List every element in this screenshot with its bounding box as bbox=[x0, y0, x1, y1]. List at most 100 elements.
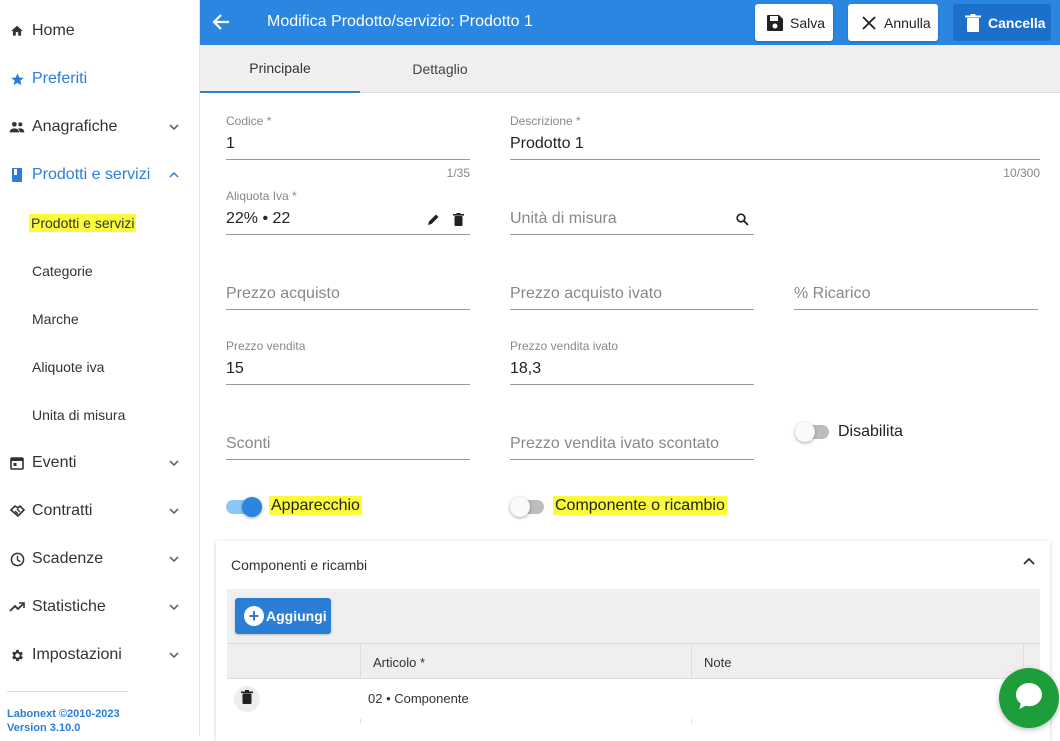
grid-toolbar bbox=[227, 589, 1040, 643]
chevron-down-icon bbox=[167, 456, 181, 470]
apparecchio-label: Apparecchio bbox=[269, 496, 362, 515]
column-header-label: Note bbox=[704, 654, 732, 670]
column-header-articolo[interactable]: Articolo * bbox=[373, 644, 425, 680]
trash-icon[interactable] bbox=[451, 212, 465, 226]
sidebar-subitem-marche[interactable]: Marche bbox=[0, 295, 199, 343]
sidebar-subitem-unita-di-misura[interactable]: Unita di misura bbox=[0, 391, 199, 439]
copyright: Labonext ©2010-2023 Version 3.10.0 bbox=[7, 707, 120, 735]
chat-bubble-icon bbox=[1012, 679, 1046, 718]
sidebar-item-anagrafiche[interactable]: Anagrafiche bbox=[0, 103, 199, 151]
tab-label: Dettaglio bbox=[412, 61, 468, 77]
delete-button[interactable]: Cancella bbox=[953, 4, 1051, 41]
sidebar-item-contratti[interactable]: Contratti bbox=[0, 487, 199, 535]
ricarico-placeholder: % Ricarico bbox=[794, 285, 871, 302]
sidebar-subitem-aliquote-iva[interactable]: Aliquote iva bbox=[0, 343, 199, 391]
clock-icon bbox=[9, 551, 25, 567]
descrizione-label: Descrizione * bbox=[510, 114, 581, 128]
prezzo-vendita-ivato-value: 18,3 bbox=[510, 360, 542, 377]
sidebar-subitem-prodotti-e-servizi[interactable]: Prodotti e servizi bbox=[0, 199, 199, 247]
tab-dettaglio[interactable]: Dettaglio bbox=[360, 45, 520, 93]
codice-counter: 1/35 bbox=[446, 166, 470, 180]
sidebar-subitem-categorie[interactable]: Categorie bbox=[0, 247, 199, 295]
sidebar: Home Preferiti Anagrafiche Prodotti e se… bbox=[0, 0, 200, 736]
save-button[interactable]: Salva bbox=[755, 4, 833, 41]
prezzo-acquisto-placeholder: Prezzo acquisto bbox=[226, 285, 340, 302]
close-icon bbox=[860, 14, 878, 32]
sidebar-item-home[interactable]: Home bbox=[0, 7, 199, 55]
sidebar-item-label: Contratti bbox=[32, 502, 93, 519]
aliquota-iva-label: Aliquota Iva * bbox=[226, 189, 297, 203]
descrizione-field[interactable]: Descrizione * Prodotto 1 10/300 bbox=[510, 114, 1040, 182]
cancel-button[interactable]: Annulla bbox=[848, 4, 938, 41]
prezzo-vendita-ivato-scontato-placeholder: Prezzo vendita ivato scontato bbox=[510, 435, 720, 452]
componente-ricambio-label-text: Componente o ricambio bbox=[553, 496, 727, 515]
version-text: Version 3.10.0 bbox=[7, 722, 81, 734]
floppy-disk-icon bbox=[766, 14, 784, 32]
sidebar-item-scadenze[interactable]: Scadenze bbox=[0, 535, 199, 583]
book-icon bbox=[9, 167, 25, 183]
pencil-icon[interactable] bbox=[426, 212, 440, 226]
prezzo-acquisto-field[interactable]: Prezzo acquisto bbox=[226, 264, 470, 310]
calendar-icon bbox=[9, 455, 25, 471]
descrizione-counter: 10/300 bbox=[1003, 166, 1040, 180]
sidebar-item-label: Scadenze bbox=[32, 550, 104, 567]
column-header-label: Articolo * bbox=[373, 654, 426, 670]
sidebar-item-impostazioni[interactable]: Impostazioni bbox=[0, 631, 199, 679]
prezzo-vendita-value: 15 bbox=[226, 360, 244, 377]
chevron-down-icon bbox=[167, 600, 181, 614]
componente-ricambio-toggle[interactable] bbox=[510, 497, 546, 517]
disabilita-toggle[interactable] bbox=[795, 422, 831, 442]
prezzo-acquisto-ivato-field[interactable]: Prezzo acquisto ivato bbox=[510, 264, 754, 310]
trash-icon bbox=[964, 13, 982, 32]
sidebar-item-label: Statistiche bbox=[32, 598, 106, 615]
sidebar-item-label: Impostazioni bbox=[32, 646, 122, 663]
column-header-note[interactable]: Note bbox=[704, 644, 731, 680]
disabilita-label: Disabilita bbox=[838, 423, 903, 440]
add-button[interactable]: + Aggiungi bbox=[235, 598, 331, 634]
page-title: Modifica Prodotto/servizio: Prodotto 1 bbox=[267, 13, 533, 30]
prezzo-vendita-ivato-scontato-field[interactable]: Prezzo vendita ivato scontato bbox=[510, 414, 754, 460]
delete-label: Cancella bbox=[988, 14, 1046, 31]
sidebar-item-statistiche[interactable]: Statistiche bbox=[0, 583, 199, 631]
trash-icon bbox=[241, 689, 253, 709]
sconti-field[interactable]: Sconti bbox=[226, 414, 470, 460]
apparecchio-label-text: Apparecchio bbox=[269, 496, 362, 515]
sidebar-subitem-label: Unita di misura bbox=[32, 407, 126, 423]
sidebar-item-label: Anagrafiche bbox=[32, 118, 118, 135]
sidebar-subitem-label: Aliquote iva bbox=[32, 359, 105, 375]
ricarico-field[interactable]: % Ricarico bbox=[794, 264, 1038, 310]
sconti-placeholder: Sconti bbox=[226, 435, 271, 452]
cell-articolo[interactable]: 02 • Componente bbox=[368, 691, 469, 706]
aliquota-iva-field[interactable]: Aliquota Iva * 22% • 22 bbox=[226, 189, 470, 235]
back-button[interactable] bbox=[210, 11, 232, 33]
sidebar-item-label: Prodotti e servizi bbox=[32, 166, 151, 183]
codice-field[interactable]: Codice * 1 1/35 bbox=[226, 114, 470, 182]
prezzo-vendita-ivato-label: Prezzo vendita ivato bbox=[510, 339, 619, 353]
sidebar-item-prodotti-e-servizi[interactable]: Prodotti e servizi bbox=[0, 151, 199, 199]
unita-di-misura-field[interactable]: Unità di misura bbox=[510, 189, 754, 235]
cancel-label: Annulla bbox=[884, 14, 931, 31]
sidebar-item-preferiti[interactable]: Preferiti bbox=[0, 55, 199, 103]
row-delete-button[interactable] bbox=[234, 686, 260, 712]
chat-button[interactable] bbox=[999, 668, 1059, 728]
add-label: Aggiungi bbox=[266, 608, 327, 624]
people-icon bbox=[9, 119, 25, 135]
grid-header: Articolo * Note bbox=[227, 643, 1040, 679]
prezzo-vendita-field[interactable]: Prezzo vendita 15 bbox=[226, 339, 470, 385]
home-icon bbox=[9, 23, 25, 39]
sidebar-subitem-label: Prodotti e servizi bbox=[29, 214, 137, 232]
prezzo-acquisto-ivato-placeholder: Prezzo acquisto ivato bbox=[510, 285, 663, 302]
componente-ricambio-label: Componente o ricambio bbox=[553, 496, 727, 515]
copyright-text: Labonext ©2010-2023 bbox=[7, 708, 120, 720]
arrow-left-icon bbox=[212, 14, 229, 30]
sidebar-item-eventi[interactable]: Eventi bbox=[0, 439, 199, 487]
tab-principale[interactable]: Principale bbox=[200, 45, 360, 93]
apparecchio-toggle[interactable] bbox=[226, 497, 262, 517]
tab-label: Principale bbox=[249, 60, 311, 76]
handshake-icon bbox=[9, 503, 25, 519]
chevron-up-icon[interactable] bbox=[1022, 555, 1038, 571]
prezzo-vendita-ivato-field[interactable]: Prezzo vendita ivato 18,3 bbox=[510, 339, 754, 385]
sidebar-subitem-label: Marche bbox=[32, 311, 79, 327]
search-icon[interactable] bbox=[735, 212, 749, 226]
table-row[interactable] bbox=[227, 679, 1040, 719]
